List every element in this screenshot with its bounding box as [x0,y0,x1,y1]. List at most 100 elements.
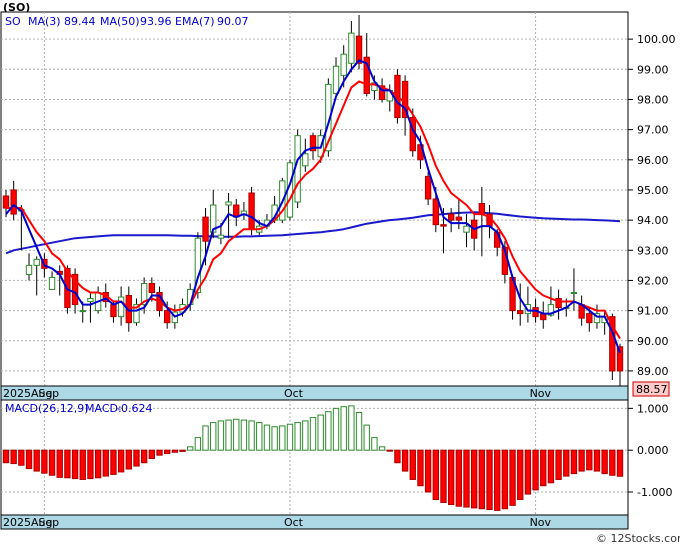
macd-bar-negative [56,449,63,478]
macd-bar-negative [394,449,401,464]
macd-bar-positive [194,437,202,451]
candle-down [478,203,486,215]
macd-axis: 1.000 0.000 -1.000 [628,402,672,499]
price-tick-label: 97.00 [637,124,669,137]
macd-bar-negative [125,449,132,470]
macd-bar-negative [555,449,562,480]
macd-bar-negative [64,449,71,479]
macd-bar-negative [494,449,501,511]
candle-down [440,224,447,227]
candle-up [48,276,56,290]
price-tick-label: 95.00 [637,184,669,197]
macd-bar-negative [94,449,102,479]
macd-bar-negative [478,449,486,510]
macd-bar-negative [79,449,86,480]
macd-bar-positive [279,425,286,451]
macd-bar-negative [463,449,470,508]
macd-bar-positive [340,406,347,451]
macd-bar-positive [256,422,263,451]
candle-up [217,234,225,239]
macd-bar-negative [578,449,585,472]
macd-bar-positive [363,424,370,451]
macd-bar-negative [532,449,539,491]
macd-bar-negative [417,449,424,487]
legend-ema7-value: 90.07 [217,15,249,28]
candle-down [10,189,17,215]
macd-x-label: Nov [530,516,552,529]
macd-bar-negative [501,449,509,510]
macd-bar-negative [586,449,593,471]
macd-bar-negative [609,449,616,476]
watermark: © 12Stocks.com [596,532,680,545]
macd-bar-positive [210,422,217,451]
price-tick-label: 100.00 [637,33,676,46]
price-tick-label: 90.00 [637,335,669,348]
macd-bar-negative [171,449,179,453]
macd-bar-negative [486,449,493,511]
candle-up [570,292,578,294]
macd-bar-negative [409,449,416,480]
macd-bar-negative [10,449,17,465]
macd-bar-positive [348,405,355,451]
macd-bar-positive [355,412,363,451]
macd-bar-negative [524,449,532,495]
macd-bar-positive [309,417,317,451]
macd-tick-label: 0.000 [637,444,669,457]
legend-ticker: SO [5,15,21,28]
macd-bar-negative [440,449,447,503]
macd-bar-negative [570,449,578,475]
macd-tick-label: 1.000 [637,402,669,415]
macd-bar-positive [202,425,209,451]
legend-ma50-label: MA(50) [100,15,140,28]
candle-down [355,35,363,64]
macd-bar-negative [163,449,171,455]
candle-down [455,216,463,221]
macd-bar-negative [593,449,601,472]
macd-bar-positive [378,446,386,451]
macd-bar-negative [547,449,555,484]
macd-bar-positive [217,420,225,451]
last-price-label: 88.57 [636,383,668,396]
macd-bar-negative [148,449,156,460]
macd-x-label: Sep [38,516,59,529]
candle-down [110,304,117,318]
macd-bar-negative [563,449,570,477]
macd-bar-negative [33,449,40,472]
macd-bar-negative [110,449,117,475]
macd-x-label: Oct [284,516,304,529]
macd-bar-negative [509,449,516,506]
legend-ma3-label: MA(3) [28,15,61,28]
macd-bar-positive [187,446,194,451]
candle-down [163,310,171,324]
candle-down [432,198,439,226]
candle-up [25,264,33,275]
macd-legend-value: -0.624 [117,402,152,415]
candle-up [33,258,40,266]
stock-chart: 89.00 90.00 91.00 92.00 93.00 94.00 95.00 96.00… [0,1,680,545]
chart-title: (SO) [3,1,30,14]
macd-bar-negative [424,449,432,493]
price-tick-label: 94.00 [637,214,669,227]
macd-bar-positive [317,414,324,451]
candle-up [302,153,309,167]
candle-up [340,53,347,76]
macd-bar-negative [133,449,140,467]
price-x-label: Oct [284,387,304,400]
candle-up [332,65,340,94]
macd-bar-negative [470,449,478,509]
macd-bar-negative [401,449,409,472]
legend-ma50-value: 93.96 [140,15,172,28]
candle-up [117,296,125,318]
price-x-label: Sep [38,387,59,400]
macd-bar-negative [48,449,56,476]
macd-bar-negative [601,449,608,475]
macd-bar-positive [271,426,278,451]
candle-up [87,298,94,303]
macd-bar-negative [102,449,109,477]
candle-down [586,313,593,324]
price-tick-label: 96.00 [637,154,669,167]
price-panel-frame [0,11,629,387]
macd-bar-positive [225,419,232,451]
macd-bar-positive [325,411,332,451]
price-tick-label: 89.00 [637,365,669,378]
